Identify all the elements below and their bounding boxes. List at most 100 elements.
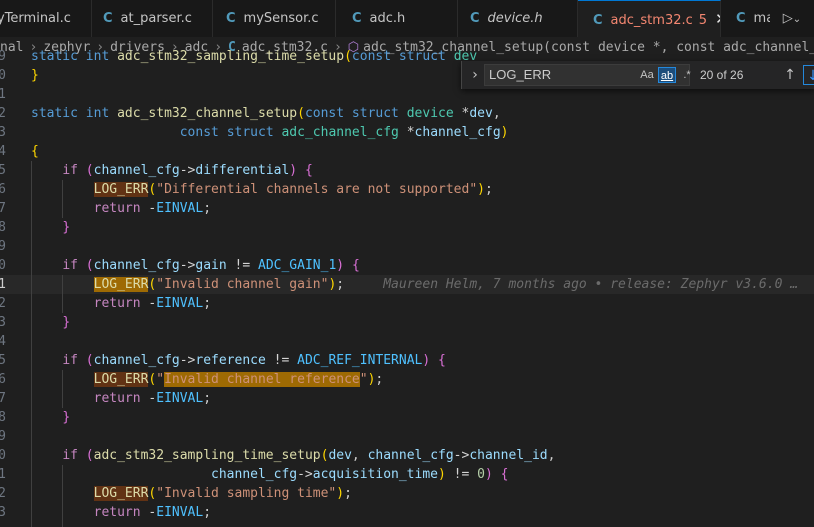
- indent-guide: [62, 275, 63, 313]
- code-editor[interactable]: nal › zephyr › drivers › adc › Cadc_stm32.c › ⬡ adc…: [0, 37, 814, 527]
- match-count: 20 of 26: [700, 68, 744, 82]
- line-number: 5: [0, 353, 6, 368]
- code-line: 3 return -EINVAL;: [0, 503, 814, 522]
- line-number: 1: [0, 277, 6, 292]
- line-number: 2: [0, 296, 6, 311]
- chevron-down-icon[interactable]: ⌄: [793, 14, 801, 25]
- toggle-replace-chevron-icon[interactable]: ›: [468, 61, 482, 89]
- tab-device-h[interactable]: Cdevice.h: [458, 0, 578, 37]
- line-number: 7: [0, 201, 6, 216]
- code-text: return -EINVAL;: [93, 391, 212, 406]
- line-number: 2: [0, 486, 6, 501]
- code-line: 8 }: [0, 218, 814, 237]
- code-line: 7 return -EINVAL;: [0, 199, 814, 218]
- code-line: 2 return -EINVAL;: [0, 294, 814, 313]
- c-file-icon: C: [352, 11, 362, 26]
- c-file-icon: C: [593, 13, 603, 28]
- code-text: const struct adc_channel_cfg *channel_cf…: [179, 125, 509, 140]
- line-number: 0: [0, 448, 6, 463]
- code-text: LOG_ERR("Invalid channel gain"); Maureen…: [93, 277, 799, 292]
- run-icon[interactable]: ▷: [783, 11, 793, 26]
- line-number: 9: [0, 49, 6, 64]
- tab-at-parser[interactable]: Cat_parser.c: [92, 0, 213, 37]
- match-case-toggle[interactable]: Aa: [638, 67, 656, 83]
- code-text: LOG_ERR("Differential channels are not s…: [93, 182, 493, 197]
- line-number: 4: [0, 144, 6, 159]
- code-text: static int adc_stm32_channel_setup(const…: [31, 106, 501, 121]
- code-line: 5 if (channel_cfg->differential) {: [0, 161, 814, 180]
- indent-guide: [62, 465, 63, 527]
- line-number: 5: [0, 163, 6, 178]
- indent-guide: [62, 370, 63, 408]
- tab-adc-h[interactable]: Cadc.h: [336, 0, 458, 37]
- code-text: }: [62, 315, 71, 330]
- line-number: 6: [0, 182, 6, 197]
- code-text: static int adc_stm32_sampling_time_setup…: [31, 49, 478, 64]
- code-text: return -EINVAL;: [93, 505, 212, 520]
- code-text: LOG_ERR("Invalid channel reference");: [93, 372, 384, 387]
- line-number: 7: [0, 391, 6, 406]
- line-number: 3: [0, 125, 6, 140]
- tab-yterminal[interactable]: yTerminal.c: [0, 0, 92, 37]
- code-line: 0 if (channel_cfg->gain != ADC_GAIN_1) {: [0, 256, 814, 275]
- git-blame-annotation[interactable]: Maureen Helm, 7 months ago • release: Ze…: [383, 277, 798, 292]
- indent-guide: [62, 180, 63, 218]
- code-text: channel_cfg->acquisition_time) != 0) {: [211, 467, 509, 482]
- line-number: 9: [0, 429, 6, 444]
- line-number: 8: [0, 220, 6, 235]
- c-file-icon: C: [470, 11, 480, 26]
- previous-match-arrow-up-icon[interactable]: ↑: [780, 65, 800, 85]
- tab-mysensor[interactable]: CmySensor.c: [213, 0, 336, 37]
- code-line: 1 channel_cfg->acquisition_time) != 0) {: [0, 465, 814, 484]
- code-line-current: 1 LOG_ERR("Invalid channel gain"); Maure…: [0, 275, 814, 294]
- code-line: 9: [0, 237, 814, 256]
- code-line: 2 LOG_ERR("Invalid sampling time");: [0, 484, 814, 503]
- code-text: return -EINVAL;: [93, 296, 212, 311]
- line-number: 4: [0, 334, 6, 349]
- c-file-icon: C: [736, 11, 746, 26]
- find-input-value: LOG_ERR: [489, 67, 552, 82]
- tab-adc-stm32[interactable]: Cadc_stm32.c5✕: [578, 0, 721, 37]
- c-file-icon: C: [103, 11, 113, 26]
- line-number: 6: [0, 372, 6, 387]
- line-number: 8: [0, 410, 6, 425]
- code-line: 7 return -EINVAL;: [0, 389, 814, 408]
- line-number: 2: [0, 106, 6, 121]
- line-number: 9: [0, 239, 6, 254]
- code-text: if (channel_cfg->differential) {: [62, 163, 313, 178]
- code-line: 3 }: [0, 313, 814, 332]
- tab-label: mySensor.c: [243, 11, 319, 26]
- line-number: 1: [0, 87, 6, 102]
- problems-badge: 5: [698, 13, 708, 28]
- tab-label: yTerminal.c: [0, 11, 71, 26]
- line-number: 0: [0, 258, 6, 273]
- line-number: 3: [0, 315, 6, 330]
- code-text: {: [31, 144, 39, 159]
- code-line: 6 LOG_ERR("Invalid channel reference");: [0, 370, 814, 389]
- regex-toggle[interactable]: .*: [678, 67, 696, 83]
- code-text: }: [62, 410, 71, 425]
- code-line: 9: [0, 427, 814, 446]
- line-number: 1: [0, 467, 6, 482]
- indent-guide: [31, 161, 32, 527]
- code-text: if (adc_stm32_sampling_time_setup(dev, c…: [62, 448, 556, 463]
- code-line: 5 if (channel_cfg->reference != ADC_REF_…: [0, 351, 814, 370]
- code-line: 4{: [0, 142, 814, 161]
- code-line: 8 }: [0, 408, 814, 427]
- code-line: 3 const struct adc_channel_cfg *channel_…: [0, 123, 814, 142]
- code-line: 2 static int adc_stm32_channel_setup(cons…: [0, 104, 814, 123]
- tab-label: at_parser.c: [120, 11, 192, 26]
- tab-label: adc.h: [369, 11, 406, 26]
- line-number: 3: [0, 505, 6, 520]
- next-match-arrow-down-icon[interactable]: ↓: [803, 65, 814, 85]
- line-number: 0: [0, 68, 6, 83]
- tab-bar: yTerminal.c Cat_parser.c CmySensor.c Cad…: [0, 0, 814, 37]
- tab-actions: ▷⌄: [770, 0, 814, 37]
- code-text: }: [62, 220, 71, 235]
- find-input[interactable]: LOG_ERR Aa ab .*: [484, 64, 691, 86]
- code-text: if (channel_cfg->reference != ADC_REF_IN…: [62, 353, 446, 368]
- whole-word-toggle[interactable]: ab: [658, 67, 676, 83]
- code-line: 6 LOG_ERR("Differential channels are not…: [0, 180, 814, 199]
- tab-label: device.h: [487, 11, 543, 26]
- code-text: if (channel_cfg->gain != ADC_GAIN_1) {: [62, 258, 360, 273]
